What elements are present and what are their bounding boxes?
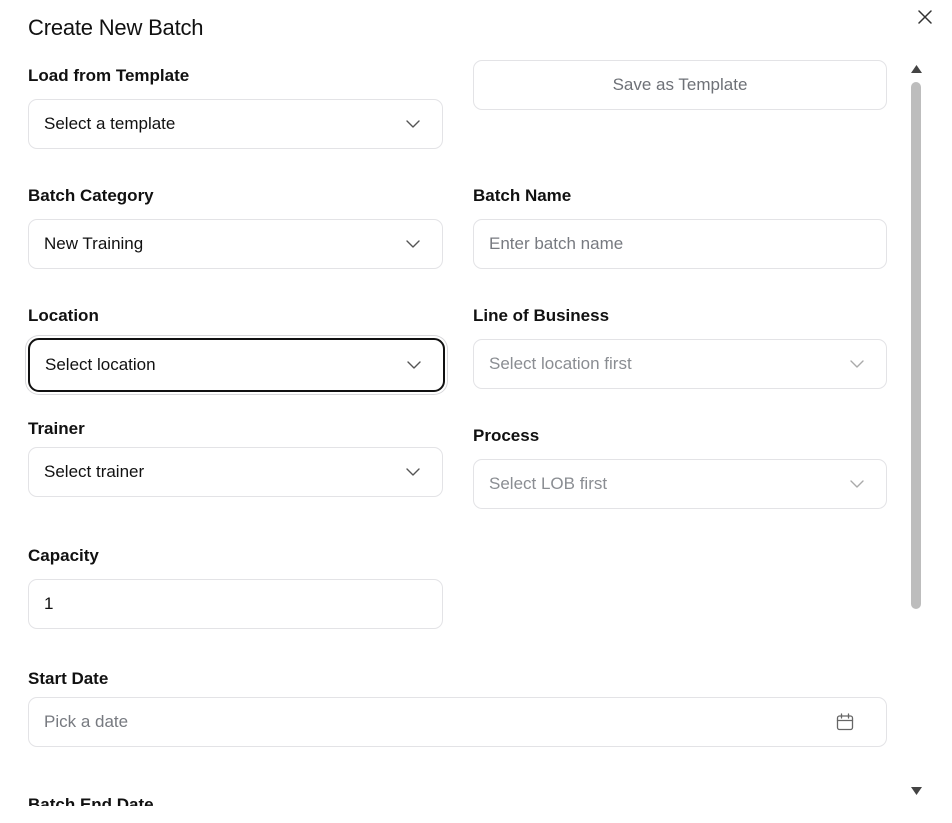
chevron-down-icon <box>403 462 423 482</box>
start-date-placeholder: Pick a date <box>44 712 129 731</box>
capacity-input[interactable]: 1 <box>44 594 427 614</box>
capacity-label: Capacity <box>28 546 99 565</box>
process-select-value: Select LOB first <box>489 474 608 493</box>
scrollbar-thumb[interactable] <box>911 82 921 609</box>
calendar-icon <box>835 712 855 732</box>
save-as-template-button[interactable]: Save as Template <box>473 60 887 110</box>
location-select-value: Select location <box>45 355 156 374</box>
scroll-up-arrow-icon[interactable] <box>909 62 923 76</box>
line-of-business-value: Select location first <box>489 354 632 373</box>
chevron-down-icon <box>403 114 423 134</box>
location-select[interactable]: Select location <box>28 338 445 392</box>
end-date-label: Batch End Date <box>28 795 154 806</box>
start-date-label: Start Date <box>28 669 109 688</box>
line-of-business-label: Line of Business <box>473 306 610 325</box>
trainer-label: Trainer <box>28 419 85 438</box>
batch-name-input[interactable] <box>489 234 871 254</box>
close-button[interactable] <box>914 6 936 28</box>
batch-name-label: Batch Name <box>473 186 572 205</box>
batch-category-value: New Training <box>44 234 144 253</box>
scroll-down-arrow-icon[interactable] <box>909 784 923 798</box>
capacity-field[interactable]: 1 <box>28 579 443 629</box>
template-select-value: Select a template <box>44 114 176 133</box>
chevron-down-icon <box>403 234 423 254</box>
template-label: Load from Template <box>28 66 190 85</box>
dialog-title: Create New Batch <box>28 15 204 40</box>
batch-category-label: Batch Category <box>28 186 154 205</box>
line-of-business-select[interactable]: Select location first <box>473 339 887 389</box>
batch-name-field[interactable] <box>473 219 887 269</box>
process-label: Process <box>473 426 540 445</box>
start-date-picker[interactable]: Pick a date <box>28 697 887 747</box>
batch-category-select[interactable]: New Training <box>28 219 443 269</box>
chevron-down-icon <box>847 474 867 494</box>
trainer-select[interactable]: Select trainer <box>28 447 443 497</box>
process-select[interactable]: Select LOB first <box>473 459 887 509</box>
template-select[interactable]: Select a template <box>28 99 443 149</box>
chevron-down-icon <box>847 354 867 374</box>
trainer-select-value: Select trainer <box>44 462 145 481</box>
chevron-down-icon <box>404 355 424 375</box>
close-icon <box>918 10 932 24</box>
location-label: Location <box>28 306 99 325</box>
